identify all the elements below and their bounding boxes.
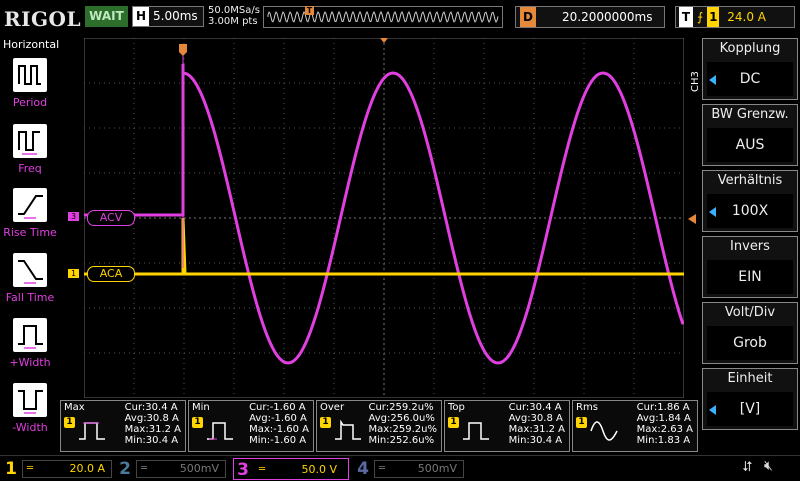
top-bar: RIGOL WAIT H 5.00ms 50.0MSa/s 3.00M pts T… — [0, 0, 800, 36]
knob-arrow-icon — [709, 207, 716, 217]
unit-menu[interactable]: Einheit [V] — [702, 368, 798, 430]
channel-4-number: 4 — [357, 459, 369, 479]
invert-menu[interactable]: Invers EIN — [702, 236, 798, 298]
waveform-display[interactable] — [84, 38, 684, 398]
channel-1-scale: 20.0 A — [69, 462, 105, 475]
bandwidth-limit-value: AUS — [707, 128, 793, 162]
memory-overview[interactable]: T — [263, 6, 503, 28]
measurement-rms[interactable]: Rms 1 Cur:1.86 A Avg:1.84 A Max:2.63 A Min:… — [572, 400, 698, 452]
volt-div-value: Grob — [707, 326, 793, 360]
probe-ratio-value: 100X — [707, 194, 793, 228]
measurement-channel-badge: 1 — [576, 417, 587, 428]
sample-rate: 50.0MSa/s — [208, 5, 260, 16]
top-icon — [463, 422, 489, 440]
right-panel-channel-tag: CH3 — [690, 71, 701, 92]
invert-value: EIN — [707, 260, 793, 294]
delay-box[interactable]: D 20.2000000ms — [515, 6, 665, 28]
delay-value: 20.2000000ms — [562, 10, 653, 24]
channel-2-number: 2 — [119, 459, 131, 479]
rms-icon — [590, 421, 618, 441]
trigger-box[interactable]: T ⨍ 1 24.0 A — [675, 6, 795, 28]
usb-icon: ⮃ — [742, 459, 754, 475]
trigger-key: T — [679, 7, 693, 27]
freq-icon — [13, 124, 47, 158]
horizontal-timebase[interactable]: H 5.00ms — [132, 6, 204, 27]
measurement-min[interactable]: Min 1 Cur:-1.60 A Avg:-1.60 A Max:-1.60 AM… — [188, 400, 314, 452]
measurement-channel-badge: 1 — [448, 417, 459, 428]
delay-key: D — [520, 7, 536, 27]
rise-time-icon — [13, 188, 47, 222]
run-status-badge[interactable]: WAIT — [85, 6, 128, 27]
unit-value: [V] — [707, 392, 793, 426]
channel-4-scale: 500mV — [417, 462, 457, 475]
rising-edge-icon: ⨍ — [697, 10, 704, 24]
channel-4-slot[interactable]: 4 ═ 500mV — [354, 458, 466, 480]
ch1-label-tag: ACA — [87, 266, 135, 282]
memory-depth: 3.00M pts — [208, 16, 258, 27]
dc-coupling-icon: ═ — [27, 463, 34, 474]
bandwidth-limit-menu[interactable]: BW Grenzw. AUS — [702, 104, 798, 166]
period-icon — [13, 58, 47, 92]
fall-time-icon — [13, 253, 47, 287]
channel-3-scale: 50.0 V — [301, 463, 337, 476]
memory-trigger-marker: T — [305, 6, 314, 15]
channel-2-slot[interactable]: 2 ═ 500mV — [116, 458, 228, 480]
trigger-level: 24.0 A — [727, 10, 767, 24]
dc-coupling-icon: ═ — [141, 463, 148, 474]
sound-muted-icon[interactable]: 🔇︎ — [764, 458, 773, 474]
horizontal-key: H — [133, 7, 149, 26]
coupling-menu[interactable]: Kopplung DC — [702, 38, 798, 100]
measurement-top[interactable]: Top 1 Cur:30.4 A Avg:30.8 A Max:31.2 A Min:… — [444, 400, 570, 452]
knob-arrow-icon — [709, 75, 716, 85]
ch3-label-tag: ACV — [87, 210, 135, 226]
channel-3-number: 3 — [237, 460, 249, 480]
probe-ratio-menu[interactable]: Verhältnis 100X — [702, 170, 798, 232]
channel-3-slot[interactable]: 3 ═ 50.0 V — [233, 458, 349, 480]
channel-menu: Kopplung DC BW Grenzw. AUS Verhältnis 10… — [702, 38, 800, 430]
measurement-channel-badge: 1 — [192, 417, 203, 428]
channel-1-slot[interactable]: 1 ═ 20.0 A — [2, 458, 114, 480]
channel-2-scale: 500mV — [179, 462, 219, 475]
pos-width-icon — [13, 318, 47, 352]
measurement-max[interactable]: Max 1 Cur:30.4 A Avg:30.8 A Max:31.2 A Min:… — [60, 400, 186, 452]
min-icon — [207, 422, 233, 440]
acquisition-info: 50.0MSa/s 3.00M pts — [208, 5, 260, 27]
memory-waveform-overview — [267, 10, 499, 24]
measurement-channel-badge: 1 — [320, 417, 331, 428]
channel-bar: 1 ═ 20.0 A 2 ═ 500mV 3 ═ 50.0 V 4 ═ 500mV ⮃ … — [0, 455, 800, 481]
trigger-source-channel: 1 — [707, 7, 720, 27]
max-icon — [79, 422, 105, 440]
dc-coupling-icon: ═ — [259, 464, 266, 475]
coupling-value: DC — [707, 62, 793, 96]
ch3-level-marker[interactable]: 3 — [68, 212, 79, 221]
knob-arrow-icon — [709, 405, 716, 415]
ch1-level-marker[interactable]: 1 — [68, 269, 79, 278]
brand-logo: RIGOL — [4, 7, 82, 31]
dc-coupling-icon: ═ — [379, 463, 386, 474]
volt-div-menu[interactable]: Volt/Div Grob — [702, 302, 798, 364]
channel-1-number: 1 — [5, 459, 17, 479]
measurement-channel-badge: 1 — [64, 417, 75, 428]
measurement-overshoot[interactable]: Over 1 Cur:259.2u% Avg:256.0u% Max:259.2u%… — [316, 400, 442, 452]
measure-menu: Horizontal Period Freq Rise Time Fall Ti… — [0, 36, 60, 456]
timebase-value: 5.00ms — [153, 9, 198, 23]
trigger-level-marker[interactable] — [688, 214, 696, 224]
measure-menu-title: Horizontal — [3, 38, 60, 51]
overshoot-icon — [335, 419, 361, 440]
neg-width-icon — [13, 383, 47, 417]
measurement-bar: Max 1 Cur:30.4 A Avg:30.8 A Max:31.2 A Min:… — [58, 400, 700, 452]
